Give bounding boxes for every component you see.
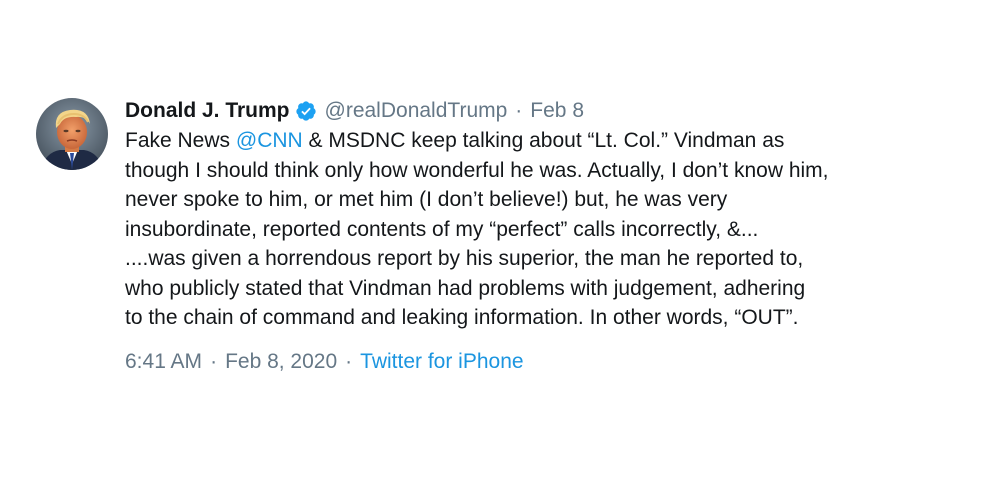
author-handle[interactable]: @realDonaldTrump [325, 99, 508, 123]
verified-badge-icon [295, 100, 317, 122]
display-name[interactable]: Donald J. Trump [125, 99, 290, 123]
tweet-text-line: never spoke to him, or met him (I don’t … [125, 188, 728, 211]
tweet-meta: 6:41 AM · Feb 8, 2020 · Twitter for iPhone [125, 350, 945, 374]
tweet-text-segment: & MSDNC keep talking about “Lt. Col.” Vi… [302, 129, 785, 152]
tweet-header: Donald J. Trump @realDonaldTrump · Feb 8 [125, 96, 945, 126]
profile-photo-avatar-icon [36, 98, 108, 170]
avatar[interactable] [36, 98, 108, 170]
meta-separator: · [345, 349, 353, 373]
tweet-text-line: though I should think only how wonderful… [125, 158, 829, 182]
mention-link[interactable]: @CNN [236, 129, 303, 152]
meta-separator: · [210, 349, 218, 373]
tweet-content: Donald J. Trump @realDonaldTrump · Feb 8… [125, 96, 945, 374]
tweet-text-line: ....was given a horrendous report by his… [125, 247, 804, 270]
tweet-text-segment: Fake News [125, 129, 236, 152]
tweet-text-line: who publicly stated that Vindman had pro… [125, 276, 806, 300]
header-separator: · [515, 99, 523, 122]
tweet-time[interactable]: 6:41 AM [125, 350, 202, 373]
tweet-source-link[interactable]: Twitter for iPhone [360, 350, 523, 373]
tweet-card: Donald J. Trump @realDonaldTrump · Feb 8… [36, 96, 966, 396]
tweet-text-line: insubordinate, reported contents of my “… [125, 217, 759, 241]
tweet-text-line: Fake News @CNN & MSDNC keep talking abou… [125, 126, 945, 156]
tweet-date[interactable]: Feb 8 [530, 99, 584, 123]
tweet-text-line: to the chain of command and leaking info… [125, 306, 799, 329]
tweet-text: Fake News @CNN & MSDNC keep talking abou… [125, 126, 945, 333]
tweet-full-date[interactable]: Feb 8, 2020 [225, 350, 337, 373]
